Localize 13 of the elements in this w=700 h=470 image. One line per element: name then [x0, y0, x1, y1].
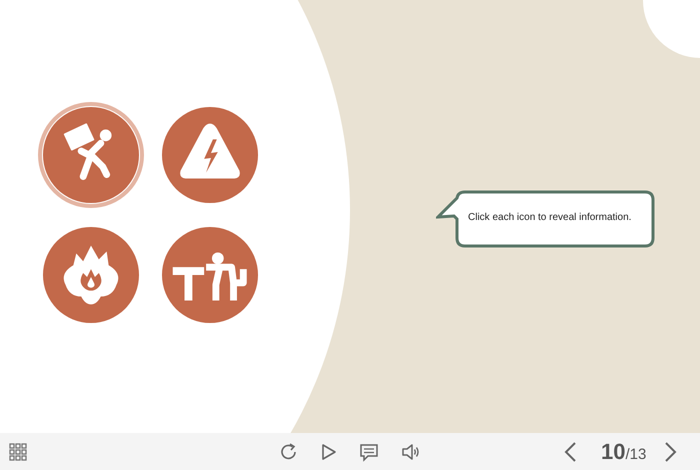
- current-page-number: 10: [601, 438, 626, 464]
- replay-icon[interactable]: [279, 442, 299, 462]
- comment-icon[interactable]: [359, 442, 379, 462]
- hazard-icon-button[interactable]: [42, 226, 140, 324]
- hazard-icon-button[interactable]: [161, 106, 259, 204]
- next-icon[interactable]: [664, 440, 678, 462]
- menu-grid-icon[interactable]: [9, 442, 27, 460]
- previous-icon[interactable]: [563, 440, 577, 462]
- total-pages: /13: [625, 446, 646, 462]
- instruction-text: Click each icon to reveal information.: [468, 212, 632, 223]
- volume-icon[interactable]: [401, 442, 421, 462]
- play-icon[interactable]: [321, 442, 337, 460]
- hazard-icon-button[interactable]: [161, 226, 259, 324]
